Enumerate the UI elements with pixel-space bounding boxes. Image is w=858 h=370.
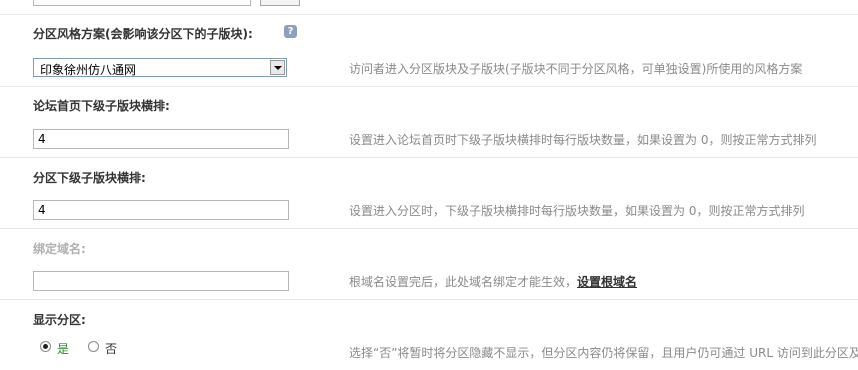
domain-label: 绑定域名: xyxy=(33,242,86,256)
display-yes-label[interactable]: 是 xyxy=(57,340,69,357)
divider xyxy=(0,14,858,15)
previous-field-input[interactable] xyxy=(33,0,251,6)
group-cols-label: 分区下级子版块横排: xyxy=(33,171,146,185)
index-cols-input[interactable] xyxy=(33,129,289,149)
divider xyxy=(0,86,858,87)
divider xyxy=(0,228,858,229)
domain-input[interactable] xyxy=(33,271,289,291)
index-cols-label: 论坛首页下级子版块横排: xyxy=(33,99,170,113)
divider xyxy=(0,157,858,158)
display-no-radio[interactable] xyxy=(88,341,99,352)
display-no-label[interactable]: 否 xyxy=(105,340,117,357)
previous-field-button[interactable] xyxy=(260,0,300,6)
style-scheme-select[interactable]: 印象徐州仿八通网 xyxy=(33,58,287,77)
display-yes-radio[interactable] xyxy=(40,341,51,352)
style-scheme-selected: 印象徐州仿八通网 xyxy=(40,63,137,77)
help-icon[interactable]: ? xyxy=(284,25,297,38)
display-label: 显示分区: xyxy=(33,313,86,327)
style-scheme-label: 分区风格方案(会影响该分区下的子版块): xyxy=(33,27,253,41)
divider xyxy=(0,299,858,300)
style-scheme-help: 访问者进入分区版块及子版块(子版块不同于分区风格，可单独设置)所使用的风格方案 xyxy=(349,62,803,76)
group-cols-help: 设置进入分区时，下级子版块横排时每行版块数量，如果设置为 0，则按正常方式排列 xyxy=(349,204,805,218)
set-root-domain-link[interactable]: 设置根域名 xyxy=(577,275,637,289)
index-cols-help: 设置进入论坛首页时下级子版块横排时每行版块数量，如果设置为 0，则按正常方式排列 xyxy=(349,133,817,147)
chevron-down-icon[interactable] xyxy=(270,60,285,75)
domain-help: 根域名设置完后，此处域名绑定才能生效，设置根域名 xyxy=(349,273,637,290)
display-help: 选择“否”将暂时将分区隐藏不显示，但分区内容仍将保留，且用户仍可通过 URL 访… xyxy=(349,346,858,360)
domain-help-text: 根域名设置完后，此处域名绑定才能生效， xyxy=(349,275,578,289)
group-cols-input[interactable] xyxy=(33,200,289,220)
